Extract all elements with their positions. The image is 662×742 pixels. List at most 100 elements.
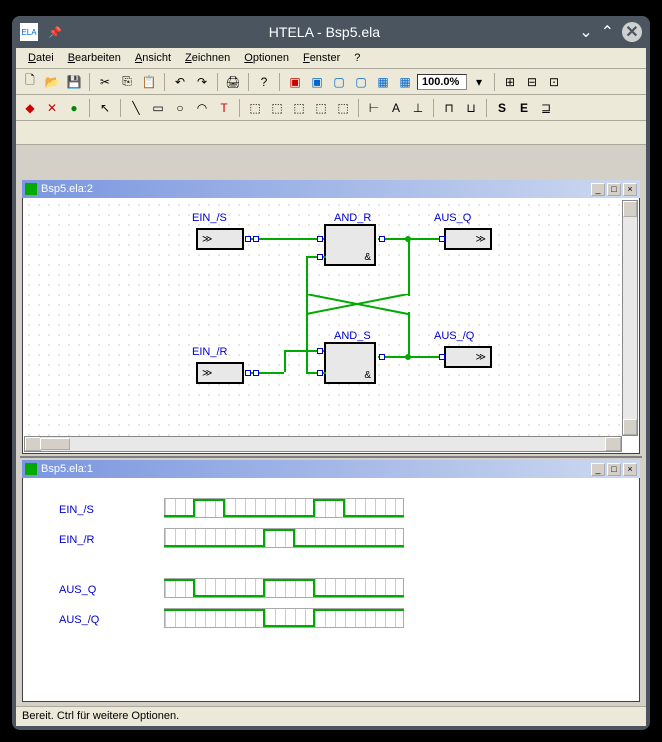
arc-icon[interactable]: ◠: [192, 98, 212, 118]
maximize-button[interactable]: ⌃: [601, 22, 614, 42]
mdi-window-schematic: Bsp5.ela:2 _ □ × EIN_/S AND_R AUS_Q EIN_…: [20, 178, 642, 456]
doc-icon: [25, 463, 37, 475]
wave-aus-q: [164, 578, 404, 598]
tool-icon[interactable]: ▢: [351, 72, 371, 92]
pin: [439, 236, 445, 242]
input-block-r[interactable]: [196, 362, 244, 384]
circle-icon[interactable]: ○: [170, 98, 190, 118]
tool-icon[interactable]: A: [386, 98, 406, 118]
print-icon[interactable]: 🖨: [223, 72, 243, 92]
mdi-title-text: Bsp5.ela:1: [41, 463, 93, 475]
separator: [89, 99, 90, 117]
pin-icon[interactable]: 📌: [48, 26, 62, 39]
output-block-nq[interactable]: [444, 346, 492, 368]
redo-icon[interactable]: ↷: [192, 72, 212, 92]
tool-icon[interactable]: ◆: [20, 98, 40, 118]
app-body: Datei Bearbeiten Ansicht Zeichnen Option…: [16, 48, 646, 726]
mdi-close-button[interactable]: ×: [623, 463, 637, 476]
mdi-title-text: Bsp5.ela:2: [41, 183, 93, 195]
tool-icon[interactable]: ▣: [285, 72, 305, 92]
wire: [408, 312, 410, 356]
new-icon[interactable]: 🗋: [20, 72, 40, 92]
schematic-canvas[interactable]: EIN_/S AND_R AUS_Q EIN_/R AND_S AUS_/Q: [24, 200, 622, 436]
scrollbar-vertical[interactable]: [622, 200, 638, 436]
wire: [408, 238, 410, 296]
pin: [317, 236, 323, 242]
doc-icon: [25, 183, 37, 195]
mdi-titlebar[interactable]: Bsp5.ela:1 _ □ ×: [22, 460, 640, 478]
mdi-area: Bsp5.ela:2 _ □ × EIN_/S AND_R AUS_Q EIN_…: [20, 178, 642, 704]
tool-icon[interactable]: ▦: [395, 72, 415, 92]
tool-icon[interactable]: ●: [64, 98, 84, 118]
tool-icon[interactable]: ✕: [42, 98, 62, 118]
menu-datei[interactable]: Datei: [22, 50, 60, 66]
menu-bearbeiten[interactable]: Bearbeiten: [62, 50, 127, 66]
open-icon[interactable]: 📂: [42, 72, 62, 92]
tool-icon[interactable]: ⊓: [439, 98, 459, 118]
timing-canvas[interactable]: EIN_/S EIN_/R AUS_Q AUS_/Q: [24, 480, 638, 700]
separator: [239, 99, 240, 117]
and-gate-r[interactable]: [324, 224, 376, 266]
mdi-titlebar[interactable]: Bsp5.ela:2 _ □ ×: [22, 180, 640, 198]
input-block-s[interactable]: [196, 228, 244, 250]
menu-zeichnen[interactable]: Zeichnen: [179, 50, 236, 66]
menu-fenster[interactable]: Fenster: [297, 50, 346, 66]
scrollbar-horizontal[interactable]: [24, 436, 622, 452]
pin: [245, 370, 251, 376]
label-aus-nq: AUS_/Q: [434, 330, 474, 342]
zoom-dropdown-icon[interactable]: ▾: [469, 72, 489, 92]
tool-icon[interactable]: S: [492, 98, 512, 118]
mdi-maximize-button[interactable]: □: [607, 183, 621, 196]
pin: [253, 370, 259, 376]
menu-optionen[interactable]: Optionen: [238, 50, 295, 66]
undo-icon[interactable]: ↶: [170, 72, 190, 92]
mdi-minimize-button[interactable]: _: [591, 463, 605, 476]
tool-icon[interactable]: ⊒: [536, 98, 556, 118]
output-block-q[interactable]: [444, 228, 492, 250]
tool-icon[interactable]: ⊢: [364, 98, 384, 118]
window-controls: ⌄ ⌃ ✕: [579, 22, 642, 42]
menu-help[interactable]: ?: [348, 50, 366, 66]
wire: [246, 372, 284, 374]
line-icon[interactable]: ╲: [126, 98, 146, 118]
pointer-icon[interactable]: ↖: [95, 98, 115, 118]
and-gate-s[interactable]: [324, 342, 376, 384]
minimize-button[interactable]: ⌄: [579, 22, 592, 42]
pin: [379, 354, 385, 360]
tool-icon[interactable]: ⬚: [289, 98, 309, 118]
tool-icon[interactable]: ▢: [329, 72, 349, 92]
tool-icon[interactable]: ⊡: [544, 72, 564, 92]
mdi-maximize-button[interactable]: □: [607, 463, 621, 476]
menu-ansicht[interactable]: Ansicht: [129, 50, 177, 66]
tool-icon[interactable]: ▣: [307, 72, 327, 92]
separator: [279, 73, 280, 91]
timing-label: AUS_/Q: [59, 614, 99, 626]
tool-icon[interactable]: ⊔: [461, 98, 481, 118]
mdi-close-button[interactable]: ×: [623, 183, 637, 196]
tool-icon[interactable]: ⊥: [408, 98, 428, 118]
cut-icon[interactable]: ✂: [95, 72, 115, 92]
close-button[interactable]: ✕: [622, 22, 642, 42]
timing-label: AUS_Q: [59, 584, 96, 596]
tool-icon[interactable]: ⬚: [333, 98, 353, 118]
paste-icon[interactable]: 📋: [139, 72, 159, 92]
separator: [486, 99, 487, 117]
tool-icon[interactable]: ▦: [373, 72, 393, 92]
save-icon[interactable]: 💾: [64, 72, 84, 92]
copy-icon[interactable]: ⎘: [117, 72, 137, 92]
rect-icon[interactable]: ▭: [148, 98, 168, 118]
zoom-input[interactable]: 100.0%: [417, 74, 467, 90]
text-icon[interactable]: T: [214, 98, 234, 118]
window-title: HTELA - Bsp5.ela: [70, 24, 579, 40]
tool-icon[interactable]: ⬚: [311, 98, 331, 118]
tool-icon[interactable]: ⊞: [500, 72, 520, 92]
separator: [358, 99, 359, 117]
separator: [120, 99, 121, 117]
mdi-minimize-button[interactable]: _: [591, 183, 605, 196]
tool-icon[interactable]: ⬚: [267, 98, 287, 118]
tool-icon[interactable]: ⊟: [522, 72, 542, 92]
tool-icon[interactable]: ⬚: [245, 98, 265, 118]
separator: [433, 99, 434, 117]
tool-icon[interactable]: E: [514, 98, 534, 118]
help-icon[interactable]: ?: [254, 72, 274, 92]
